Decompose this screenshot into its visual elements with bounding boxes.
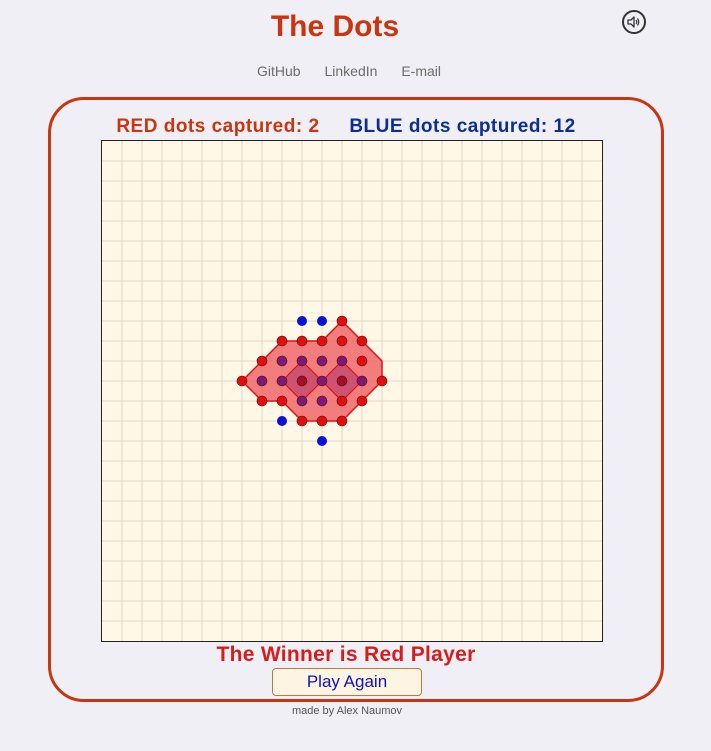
game-board-canvas[interactable] [101, 140, 603, 642]
blue-score-value: 12 [553, 116, 576, 137]
red-dot [336, 335, 348, 347]
blue-score: BLUE dots captured: 12 [349, 116, 575, 137]
captured-blue-dot [276, 375, 288, 387]
blue-dot [317, 436, 327, 446]
red-dot [336, 395, 348, 407]
red-score-value: 2 [308, 116, 320, 137]
game-board[interactable] [101, 140, 603, 642]
score-bar: RED dots captured: 2 BLUE dots captured:… [0, 116, 692, 138]
email-link[interactable]: E-mail [401, 63, 441, 79]
sound-toggle-button[interactable] [622, 10, 646, 34]
page-title: The Dots [270, 10, 400, 43]
captured-red-dot [296, 375, 308, 387]
red-dot [256, 355, 268, 367]
red-score-label: RED dots captured: [116, 116, 303, 137]
captured-blue-dot [316, 355, 328, 367]
captured-blue-dot [256, 375, 268, 387]
credit-footer: made by Alex Naumov [291, 705, 403, 717]
captured-red-dot [336, 375, 348, 387]
red-dot [356, 355, 368, 367]
red-dot [276, 335, 288, 347]
blue-dot [317, 316, 327, 326]
red-dot [296, 335, 308, 347]
play-again-button[interactable]: Play Again [272, 668, 422, 696]
red-dot [376, 375, 388, 387]
blue-dot [297, 316, 307, 326]
red-score: RED dots captured: 2 [116, 116, 325, 137]
red-dot [356, 335, 368, 347]
winner-message: The Winner is Red Player [216, 643, 476, 666]
blue-score-label: BLUE dots captured: [349, 116, 548, 137]
linkedin-link[interactable]: LinkedIn [324, 63, 377, 79]
blue-dot [277, 416, 287, 426]
red-dot [316, 335, 328, 347]
social-links: GitHub LinkedIn E-mail [0, 63, 698, 79]
red-dot [336, 315, 348, 327]
red-dot [336, 415, 348, 427]
red-dot [296, 415, 308, 427]
captured-blue-dot [316, 395, 328, 407]
red-dot [356, 395, 368, 407]
github-link[interactable]: GitHub [257, 63, 301, 79]
captured-blue-dot [276, 355, 288, 367]
speaker-icon [627, 16, 640, 28]
captured-blue-dot [316, 375, 328, 387]
red-dot [316, 415, 328, 427]
red-dot [236, 375, 248, 387]
red-dot [276, 395, 288, 407]
captured-blue-dot [336, 355, 348, 367]
captured-blue-dot [296, 395, 308, 407]
red-dot [256, 395, 268, 407]
captured-blue-dot [356, 375, 368, 387]
captured-blue-dot [296, 355, 308, 367]
